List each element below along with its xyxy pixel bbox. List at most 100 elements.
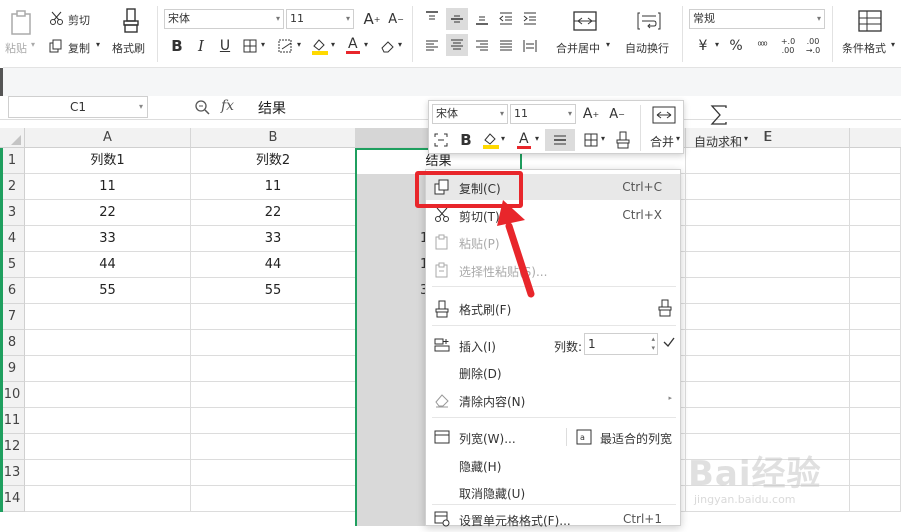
- mini-fill-color-icon[interactable]: [481, 130, 501, 150]
- align-right-icon[interactable]: [472, 36, 492, 56]
- format-painter-lock-icon[interactable]: [656, 299, 674, 317]
- cell[interactable]: [850, 174, 901, 200]
- align-top-icon[interactable]: [422, 8, 442, 28]
- cell[interactable]: [25, 434, 191, 460]
- cell[interactable]: [25, 304, 191, 330]
- mini-border-icon[interactable]: [581, 130, 601, 150]
- cut-icon[interactable]: [48, 10, 64, 26]
- cell[interactable]: [25, 382, 191, 408]
- menu-item-column-width[interactable]: 列宽(W)... a 最适合的列宽: [426, 424, 680, 450]
- currency-dropdown-arrow[interactable]: ▾: [715, 40, 719, 49]
- cell[interactable]: 列数2: [191, 148, 356, 174]
- select-all-corner[interactable]: [0, 128, 25, 148]
- row-header[interactable]: 12: [0, 434, 25, 460]
- align-middle-icon[interactable]: [446, 8, 468, 30]
- mini-autosum-dropdown-arrow[interactable]: ▾: [744, 134, 748, 143]
- row-header[interactable]: 9: [0, 356, 25, 382]
- cell[interactable]: 55: [191, 278, 356, 304]
- paste-button[interactable]: [4, 6, 38, 40]
- merge-center-dropdown-arrow[interactable]: ▾: [606, 40, 610, 49]
- row-header[interactable]: 1: [0, 148, 25, 174]
- cell[interactable]: [686, 148, 850, 174]
- menu-item-format-cells[interactable]: 设置单元格格式(F)... Ctrl+1: [426, 506, 680, 532]
- cell[interactable]: [686, 226, 850, 252]
- menu-item-delete[interactable]: 删除(D): [426, 359, 680, 385]
- cell[interactable]: [686, 408, 850, 434]
- font-color-dropdown-arrow[interactable]: ▾: [364, 40, 368, 49]
- eraser-icon[interactable]: [378, 36, 398, 56]
- row-header[interactable]: 8: [0, 330, 25, 356]
- format-painter-icon[interactable]: [118, 6, 144, 36]
- mini-font-size-select[interactable]: 11 ▾: [510, 104, 576, 124]
- cell[interactable]: [191, 460, 356, 486]
- cell[interactable]: [686, 174, 850, 200]
- menu-item-hide[interactable]: 隐藏(H): [426, 452, 680, 478]
- border-dropdown-arrow[interactable]: ▾: [261, 40, 265, 49]
- wrap-text-button[interactable]: 自动换行: [625, 40, 669, 56]
- formula-content[interactable]: 结果: [258, 98, 286, 118]
- cell[interactable]: 11: [25, 174, 191, 200]
- currency-icon[interactable]: ¥: [692, 36, 714, 56]
- cell[interactable]: [850, 226, 901, 252]
- fill-pattern-dropdown-arrow[interactable]: ▾: [297, 40, 301, 49]
- conditional-format-button[interactable]: 条件格式: [842, 40, 886, 56]
- row-header[interactable]: 11: [0, 408, 25, 434]
- row-header[interactable]: 10: [0, 382, 25, 408]
- mini-font-color-dropdown-arrow[interactable]: ▾: [535, 134, 539, 143]
- distributed-align-icon[interactable]: [520, 36, 540, 56]
- row-header[interactable]: 4: [0, 226, 25, 252]
- mini-border-dropdown-arrow[interactable]: ▾: [601, 134, 605, 143]
- fill-pattern-icon[interactable]: [276, 36, 296, 56]
- cell[interactable]: [850, 252, 901, 278]
- copy-button[interactable]: 复制: [68, 40, 90, 56]
- cell[interactable]: [850, 304, 901, 330]
- menu-item-clear-contents[interactable]: 清除内容(N) ▸: [426, 387, 680, 413]
- mini-merge-dropdown-arrow[interactable]: ▾: [676, 134, 680, 143]
- cell[interactable]: [25, 330, 191, 356]
- merge-center-button[interactable]: 合并居中: [556, 40, 600, 56]
- zoom-formula-icon[interactable]: [193, 98, 211, 116]
- decrease-font-icon[interactable]: A −: [386, 9, 406, 29]
- cell[interactable]: 22: [25, 200, 191, 226]
- cell[interactable]: [191, 486, 356, 512]
- justify-icon[interactable]: [496, 36, 516, 56]
- cell[interactable]: [850, 148, 901, 174]
- best-fit-column-width-button[interactable]: 最适合的列宽: [600, 430, 672, 447]
- cell[interactable]: [686, 252, 850, 278]
- mini-increase-font-icon[interactable]: A +: [581, 104, 601, 124]
- percent-icon[interactable]: %: [726, 36, 746, 56]
- cell[interactable]: [850, 434, 901, 460]
- merge-center-icon[interactable]: [570, 8, 600, 34]
- row-header[interactable]: 5: [0, 252, 25, 278]
- align-bottom-icon[interactable]: [472, 8, 492, 28]
- conditional-format-dropdown-arrow[interactable]: ▾: [891, 40, 895, 49]
- increase-decimal-icon[interactable]: +.0.00: [778, 34, 798, 58]
- cell[interactable]: [850, 278, 901, 304]
- cut-button[interactable]: 剪切: [68, 12, 90, 28]
- stepper-arrows-icon[interactable]: ▴ ▾: [651, 335, 655, 353]
- fx-label[interactable]: fx: [221, 98, 234, 114]
- paste-label[interactable]: 粘贴: [5, 40, 27, 56]
- decrease-indent-icon[interactable]: [496, 8, 516, 28]
- mini-autosum-button[interactable]: 自动求和: [694, 133, 742, 150]
- cell[interactable]: [25, 460, 191, 486]
- cell[interactable]: 列数1: [25, 148, 191, 174]
- cell[interactable]: 55: [25, 278, 191, 304]
- mini-font-color-icon[interactable]: A: [515, 129, 533, 151]
- cell[interactable]: [25, 356, 191, 382]
- cell[interactable]: [191, 434, 356, 460]
- cell[interactable]: [686, 330, 850, 356]
- copy-dropdown-arrow[interactable]: ▾: [96, 40, 100, 49]
- cell[interactable]: [191, 304, 356, 330]
- cell[interactable]: [686, 278, 850, 304]
- wrap-text-icon[interactable]: [634, 8, 664, 34]
- number-format-select[interactable]: 常规 ▾: [689, 9, 825, 29]
- menu-item-insert[interactable]: 插入(I) 列数: 1 ▴ ▾: [426, 332, 680, 358]
- thousands-separator-icon[interactable]: ⁰⁰⁰: [751, 36, 773, 56]
- format-painter-button[interactable]: 格式刷: [112, 40, 145, 56]
- mini-merge-button[interactable]: 合并: [650, 133, 674, 150]
- menu-item-format-painter[interactable]: 格式刷(F): [426, 295, 680, 321]
- bold-icon[interactable]: B: [168, 36, 186, 56]
- chevron-down-icon[interactable]: ▾: [139, 97, 143, 117]
- column-header-b[interactable]: B: [191, 128, 356, 148]
